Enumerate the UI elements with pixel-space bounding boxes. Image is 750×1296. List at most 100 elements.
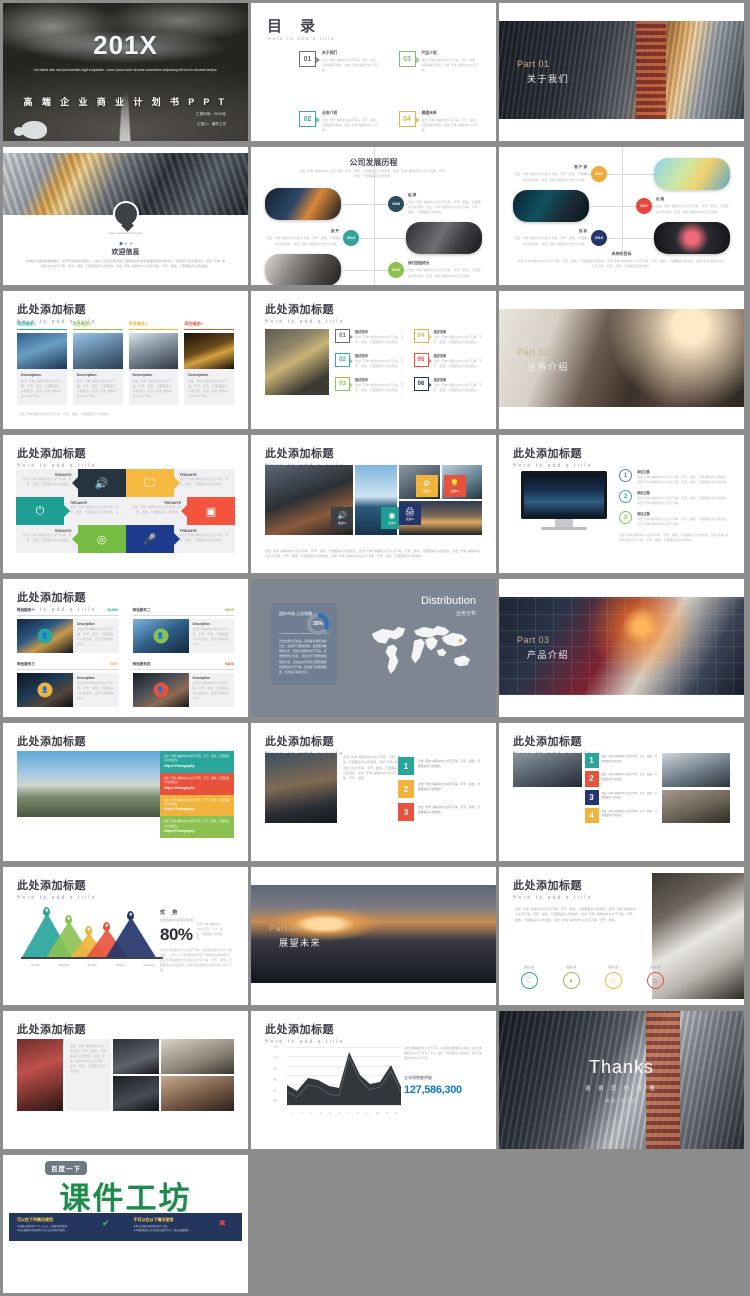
slide-thumbnail-part03[interactable]: Part 03 产品介绍 bbox=[499, 579, 744, 717]
feature-item[interactable]: 特色服务一 $1000 👤 Description 双击字体编辑中文以文字不等，… bbox=[17, 607, 119, 653]
slide-thumbnail-thanks[interactable]: Thanks 谢 谢 您 的 观 看 感谢一路有你 bbox=[499, 1011, 744, 1149]
sea-photo[interactable]: ◉ 描述02 bbox=[355, 465, 403, 535]
catalog-item[interactable]: 01 关于我们 双击 “字体” 编辑中文以字不等，字号、颜色、行距等都可修改，双… bbox=[299, 51, 381, 73]
icon-item[interactable]: 添加标题 ☼ bbox=[599, 965, 627, 989]
numbered-item[interactable]: 05 描述说明 双击 “字体” 编辑中文以文字不等、字号、颜色、行距都是可以修改… bbox=[413, 353, 485, 371]
numbered-item[interactable]: 03 描述说明 双击 “字体” 编辑中文以文字不等、字号、颜色、行距都是可以修改… bbox=[335, 377, 406, 395]
step-item[interactable]: 2 添加主题 双击“字体”编辑中文以文字不等、字号、颜色、行距都是可以修改的，双… bbox=[619, 490, 730, 506]
part-label: Part 03 产品介绍 bbox=[517, 635, 569, 661]
slide-thumbnail-mountain-chart[interactable]: 此处添加标题 Here to add a title YouTube Wikip… bbox=[3, 867, 248, 1005]
slide-thumbnail-ribbon-icons[interactable]: 此处添加标题 Here to add a title TEIDANYE 双击 “… bbox=[3, 435, 248, 573]
slide-thumbnail-part01[interactable]: Part 01 关于我们 bbox=[499, 3, 744, 141]
card-item[interactable]: 项目描述3 Description 双击 “字体” 编辑中文以文字不等、字号、颜… bbox=[128, 321, 179, 406]
catalog-item[interactable]: 04 展望未来 双击 “字体” 编辑中文以字不等，字号、颜色、行距等都可修改，双… bbox=[398, 111, 481, 133]
gear-icon[interactable]: ⚙ 描述02 bbox=[415, 475, 438, 497]
icon-item[interactable]: 添加标题 ♡ bbox=[515, 965, 543, 989]
volume-icon[interactable]: 🔊 描述01 bbox=[331, 507, 353, 529]
icon-item[interactable]: 添加标题 ◗ bbox=[557, 965, 585, 989]
feature-item[interactable]: 特色服务四 $400 👤 Description 双击字体编辑中文以文字不等，字… bbox=[132, 661, 234, 707]
color-block[interactable]: 双击 “字体” 编辑中文以文字不等、字号、颜色、行距都是可以修改的。 Objec… bbox=[160, 794, 234, 817]
step-heading: 添加主题 bbox=[637, 470, 650, 474]
coast-photo[interactable]: 💡 描述03 bbox=[441, 465, 482, 499]
slide-thumbnail-timeline-b[interactable]: 客 户 源 双击 “字体” 编辑中文以文字不等，字号、颜色、行距都是可修改的，双… bbox=[499, 147, 744, 285]
slide-thumbnail-text-numbers[interactable]: 此处添加标题 Here to add a title 双击 “字体” 编辑中文以… bbox=[251, 723, 496, 861]
x-tick: 2 bbox=[300, 1112, 302, 1115]
slide-title-block: 此处添加标题 Here to add a title bbox=[17, 445, 96, 469]
card-item[interactable]: 项目描述1 Description 双击 “字体” 编辑中文以文字不等、字号、颜… bbox=[17, 321, 67, 406]
camera-photo[interactable] bbox=[161, 1039, 234, 1074]
numbered-bar[interactable]: 1 双击 “字体” 编辑中文以文字不等、字号、颜色、行距都是可以修改的。 bbox=[398, 757, 482, 775]
runner-photo[interactable] bbox=[661, 753, 730, 787]
slide-thumbnail-timeline-a[interactable]: 公司发展历程 双击 “字体” 编辑中文以文字不等，字号、颜色、行距都是可以修改的… bbox=[251, 147, 496, 285]
slide-thumbnail-welcome[interactable]: Case professional design 欢迎信息 本单位以诚信取信的理… bbox=[3, 147, 248, 285]
slide-thumbnail-distribution[interactable]: Distribution 业务分布 国外市场 占总销量 35% 双击在想文字处说… bbox=[251, 579, 496, 717]
step-item[interactable]: 1 添加主题 双击“字体”编辑中文以文字不等、字号、颜色、行距都是可以修改的，双… bbox=[619, 469, 730, 485]
step-item[interactable]: 3 添加主题 双击“字体”编辑中文以文字不等、字号、颜色、行距都是可以修改的，双… bbox=[619, 511, 730, 527]
slide-thumbnail-cover[interactable]: 201X Dui officiis ratio nisi ipsa blandi… bbox=[3, 3, 248, 141]
distribution-stat-card[interactable]: 国外市场 占总销量 35% 双击在想文字处说，请查看文章所说的方法，双击字不要的… bbox=[271, 603, 337, 685]
block-head: Object Photography bbox=[164, 807, 195, 812]
slide-thumbnail-area-chart[interactable]: 此处添加标题 Here to add a title 1200 1000 800… bbox=[251, 1011, 496, 1149]
timeline-event[interactable]: 2008 起 源 双击 “字体” 编辑中文以文字不等，字号、颜色、行距都是可修改… bbox=[265, 187, 482, 221]
camera-photo[interactable] bbox=[113, 1076, 159, 1111]
buildings-photo[interactable] bbox=[513, 790, 582, 824]
camera-photo[interactable] bbox=[113, 1039, 159, 1074]
timeline-event[interactable]: 2017 出 路 双击 “字体” 编辑中文以文字不等，字号、颜色、行距都是可修改… bbox=[513, 189, 730, 223]
timeline-event[interactable]: 展 开 双击 “字体” 编辑中文以文字不等，字号、颜色、行距都是可修改的，双击 … bbox=[265, 221, 482, 255]
color-block[interactable]: 双击 “字体” 编辑中文以文字不等、字号、颜色、行距都是可以修改的。 Objec… bbox=[160, 751, 234, 773]
card-item[interactable]: 项目描述2 Description 双击 “字体” 编辑中文以文字不等、字号、颜… bbox=[72, 321, 123, 406]
street-photo[interactable] bbox=[661, 789, 730, 823]
color-block[interactable]: 双击 “字体” 编辑中文以文字不等、字号、颜色、行距都是可以修改的。 Objec… bbox=[160, 816, 234, 839]
slide-thumbnail-catalog[interactable]: 目 录 Here to add a title 01 关于我们 双击 “字体” … bbox=[251, 3, 496, 141]
monitor-icon[interactable]: 🖵 bbox=[125, 469, 180, 497]
camera-photo[interactable] bbox=[17, 1039, 63, 1111]
slide-thumbnail-text-icons[interactable]: 此处添加标题 Here to add a title 双击 “字体” 编辑中文以… bbox=[499, 867, 744, 1005]
numbered-item[interactable]: 04 描述说明 双击 “字体” 编辑中文以文字不等、字号、颜色、行距都是可以修改… bbox=[413, 329, 485, 347]
ribbon-row[interactable]: ⏻ TEIDANYE 双击 “字体” 编辑中文以文字不等、字号、颜色、行距都是可… bbox=[16, 497, 235, 525]
feature-item[interactable]: 特色服务三 $600 👤 Description 双击字体编辑中文以文字不等，字… bbox=[17, 661, 119, 707]
slide-thumbnail-four-cards[interactable]: 此处添加标题 Here to add a title 项目描述1 Descrip… bbox=[3, 291, 248, 429]
landscape-photo[interactable] bbox=[17, 751, 160, 817]
numbered-bar[interactable]: 3 双击 “字体” 编辑中文以文字不等、字号、颜色、行距都是可以修改的。 bbox=[398, 803, 482, 821]
slide-thumbnail-promo[interactable]: 百度一下 课件工坊 可以在下列情况使用 ★尽量大量的用于个人入口号、正规的宣传使… bbox=[3, 1155, 248, 1293]
slide-thumbnail-part02[interactable]: Part 02 业务介绍 bbox=[499, 291, 744, 429]
timeline-event[interactable]: 2015 我们团结成长 双击 “字体” 编辑中文以文字不等，字号、颜色、行距都是… bbox=[265, 253, 482, 285]
slide-thumbnail-part04[interactable]: Part.04 展望未来 bbox=[251, 867, 496, 1005]
chrome-icon[interactable]: ◎ bbox=[71, 525, 126, 553]
mosaic-grid: 🔊 描述01 ◉ 描述02 ⚙ 描述02 💡 描述03 🖨 描述01 bbox=[265, 465, 482, 535]
slide-thumbnail-monitor-steps[interactable]: 此处添加标题 Here to add a title 1 添加主题 双击“字体”… bbox=[499, 435, 744, 573]
grid-icon[interactable]: ▣ bbox=[181, 497, 235, 525]
slide-thumbnail-six-items[interactable]: 此处添加标题 Here to add a title 01 描述说明 双击 “字… bbox=[251, 291, 496, 429]
catalog-item-label: 业务介绍 bbox=[322, 111, 338, 116]
slide-thumbnail-photo-blocks[interactable]: 此处添加标题 Here to add a title 双击 “字体” 编辑中文以… bbox=[3, 723, 248, 861]
team-photo[interactable] bbox=[513, 753, 582, 787]
timeline-event[interactable]: 客 户 源 双击 “字体” 编辑中文以文字不等，字号、颜色、行距都是可修改的，双… bbox=[513, 157, 730, 191]
numbered-item[interactable]: 02 描述说明 双击 “字体” 编辑中文以文字不等、字号、颜色、行距都是可以修改… bbox=[335, 353, 406, 371]
camera-photo[interactable] bbox=[161, 1076, 234, 1111]
cliff-photo[interactable] bbox=[265, 753, 337, 823]
microphone-icon[interactable]: 🎤 bbox=[125, 525, 180, 553]
slide-thumbnail-four-photo-numbers[interactable]: 此处添加标题 Here to add a title 1 双击 “字体” 编辑中… bbox=[499, 723, 744, 861]
card-item[interactable]: 项目描述4 Description 双击 “字体” 编辑中文以文字不等、字号、颜… bbox=[184, 321, 234, 406]
power-icon[interactable]: ⏻ bbox=[16, 497, 70, 525]
feature-body-text: 双击字体编辑中文以文字不等，字号、颜色、行距都是可以修改的，双击字体编辑中文。 bbox=[77, 681, 114, 701]
catalog-item[interactable]: 03 产品介绍 双击 “字体” 编辑中文以字不等，字号、颜色、行距等都可修改，双… bbox=[398, 51, 481, 73]
slide-thumbnail-photo-mosaic[interactable]: 此处添加标题 Here to add a title 🔊描述01 ◉描述02 ⚙… bbox=[251, 435, 496, 573]
feature-item[interactable]: 特色服务二 $800 👤 Description 双击字体编辑中文以文字不等，字… bbox=[132, 607, 234, 653]
ribbon-row[interactable]: TEIDANYE 双击 “字体” 编辑中文以文字不等、字号、颜色、行距都是可以修… bbox=[16, 469, 235, 497]
printer-icon[interactable]: 🖨 描述01 bbox=[399, 503, 421, 525]
color-block[interactable]: 双击 “字体” 编辑中文以文字不等、字号、颜色、行距都是可以修改的。 Objec… bbox=[160, 772, 234, 795]
bulb-icon[interactable]: 💡 描述03 bbox=[443, 475, 466, 497]
slide-thumbnail-features[interactable]: 此处添加标题 Here to add a title 特色服务一 $1000 👤… bbox=[3, 579, 248, 717]
numbered-item[interactable]: 06 描述说明 双击 “字体” 编辑中文以文字不等、字号、颜色、行距都是可以修改… bbox=[413, 377, 485, 395]
slide-thumbnail-camera-mosaic[interactable]: 此处添加标题 Here to add a title 双击 “字体” 编辑中文以… bbox=[3, 1011, 248, 1149]
numbered-bar[interactable]: 2 双击 “字体” 编辑中文以文字不等、字号、颜色、行距都是可以修改的。 bbox=[398, 780, 482, 798]
icon-item[interactable]: 添加标题 ⌂ bbox=[641, 965, 669, 989]
ribbon-row[interactable]: TEIDANYE 双击 “字体” 编辑中文以文字不等、字号、颜色、行距都是可以修… bbox=[16, 525, 235, 553]
volume-icon[interactable]: 🔊 bbox=[71, 469, 126, 497]
saloon-bar-photo[interactable]: 🔊 描述01 bbox=[265, 465, 353, 535]
numbered-item[interactable]: 01 描述说明 双击 “字体” 编辑中文以文字不等、字号、颜色、行距都是可以修改… bbox=[335, 329, 406, 347]
sunset-photo[interactable]: 🖨 描述01 bbox=[399, 501, 482, 535]
catalog-item[interactable]: 02 业务介绍 双击 “字体” 编辑中文以字不等，字号、颜色、行距等都可修改，双… bbox=[299, 111, 381, 133]
city-photo[interactable]: ⚙ 描述02 bbox=[399, 465, 440, 499]
